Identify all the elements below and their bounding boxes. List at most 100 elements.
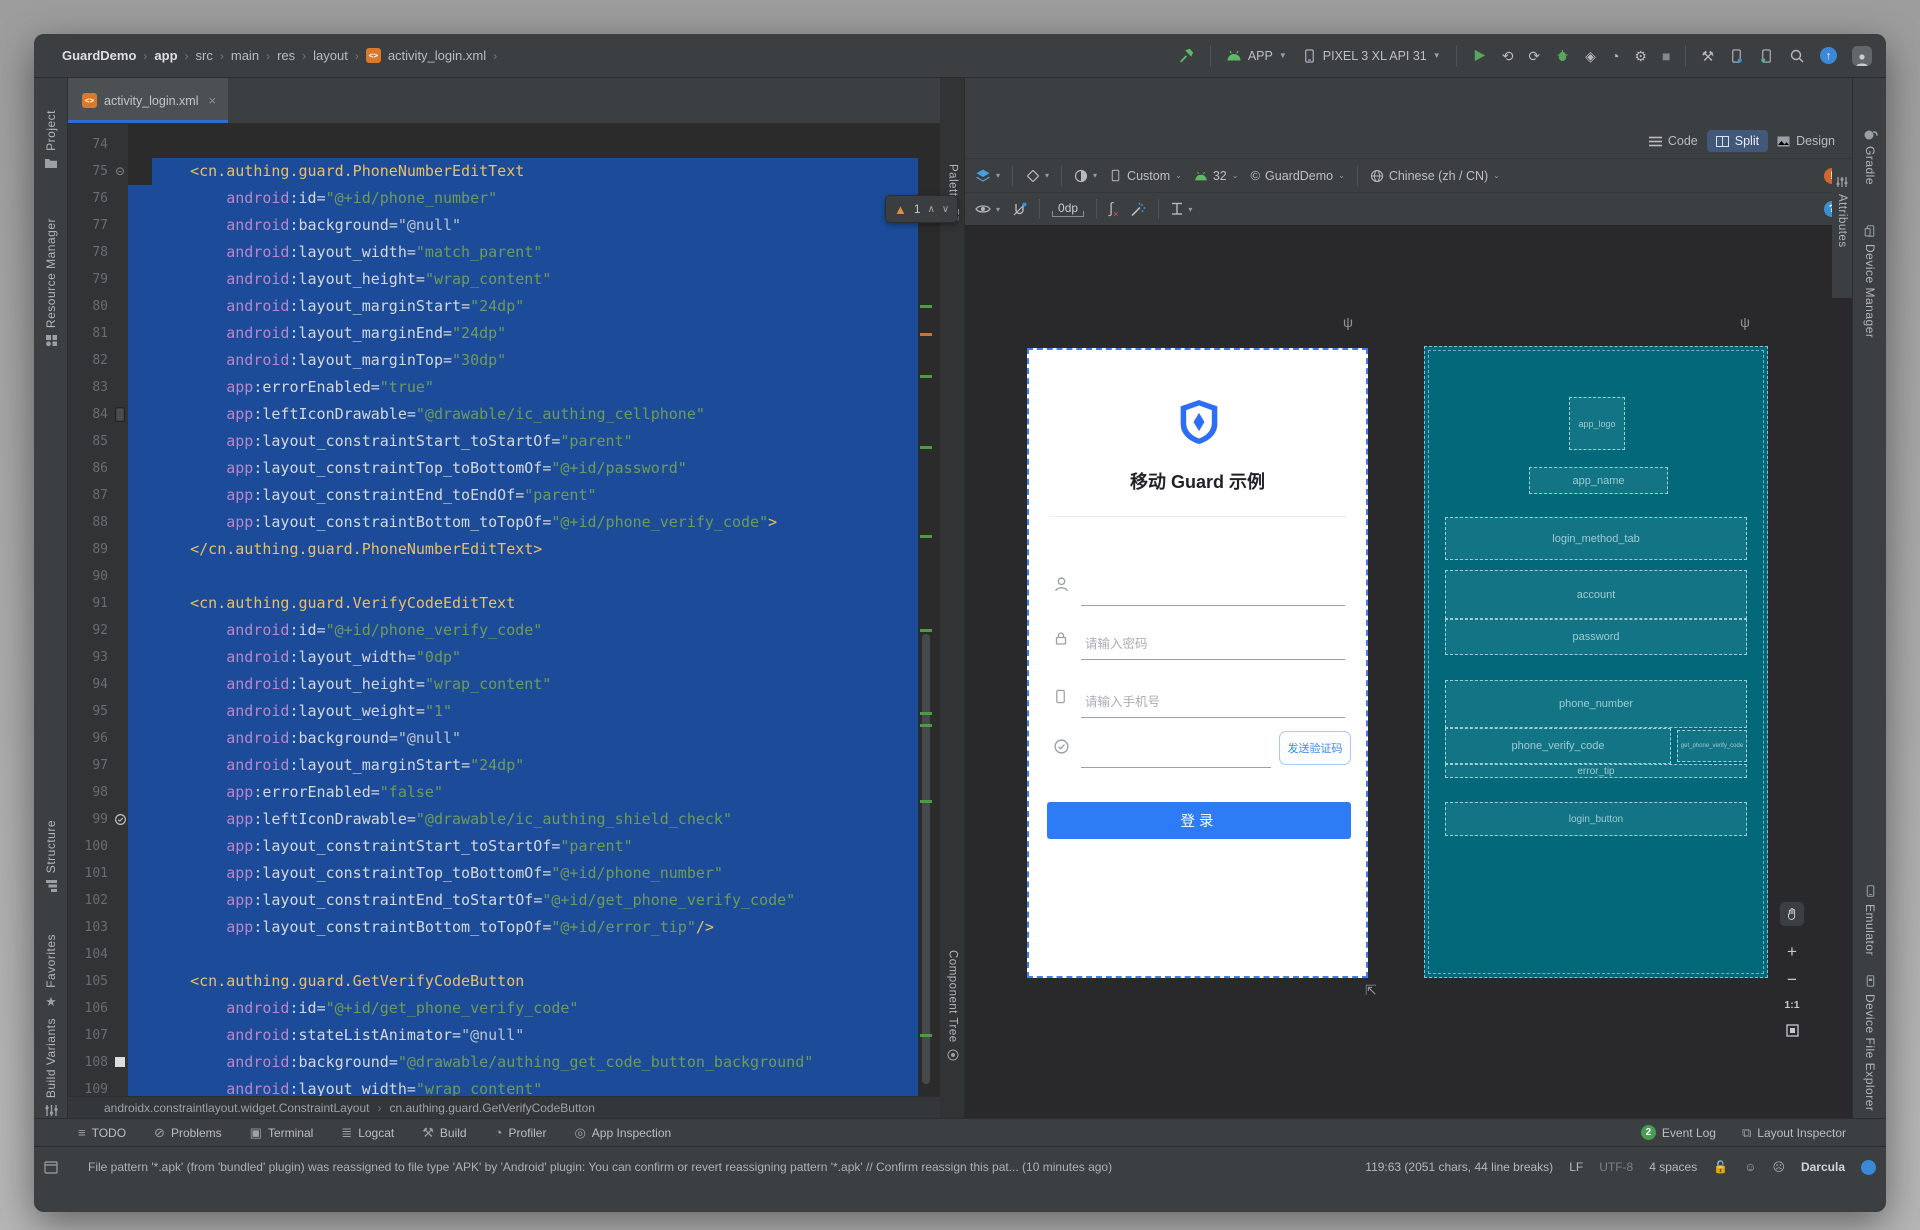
indent-setting[interactable]: 4 spaces bbox=[1649, 1160, 1697, 1174]
pan-tool-button[interactable] bbox=[1779, 901, 1805, 927]
status-message[interactable]: File pattern '*.apk' (from 'bundled' plu… bbox=[88, 1160, 1112, 1174]
locale-dropdown[interactable]: Chinese (zh / CN) ⌄ bbox=[1370, 169, 1500, 183]
drawable-shield-gutter-icon[interactable] bbox=[112, 811, 128, 827]
xml-breadcrumb-bar[interactable]: androidx.constraintlayout.widget.Constra… bbox=[68, 1096, 940, 1118]
lock-icon[interactable]: 🔓 bbox=[1713, 1160, 1728, 1174]
status-indicator-dot[interactable] bbox=[1861, 1159, 1876, 1175]
api-version-dropdown[interactable]: 32 ⌄ bbox=[1194, 169, 1238, 183]
attach-debugger-icon[interactable]: ◈ bbox=[1585, 49, 1596, 63]
profiler-icon[interactable]: ◔ bbox=[1611, 49, 1619, 63]
sidebar-item-gradle[interactable]: Gradle bbox=[1853, 128, 1886, 185]
run-config-dropdown[interactable]: APP ▼ bbox=[1226, 49, 1287, 63]
blueprint-box-app_logo[interactable]: app_logo bbox=[1569, 397, 1625, 450]
code-line[interactable]: 104 bbox=[68, 941, 940, 968]
code-line[interactable]: 106 android:id="@+id/get_phone_verify_co… bbox=[68, 995, 940, 1022]
change-marker[interactable] bbox=[920, 800, 932, 803]
line-ending[interactable]: LF bbox=[1569, 1160, 1583, 1174]
code-line[interactable]: 109 android:layout_width="wrap_content" bbox=[68, 1076, 940, 1096]
theme-name[interactable]: Darcula bbox=[1801, 1160, 1845, 1174]
orientation-dropdown[interactable]: ▾ bbox=[1025, 168, 1049, 183]
breadcrumb-item[interactable]: layout bbox=[313, 48, 348, 63]
inspection-widget[interactable]: ▲ 1 ∧ ∨ bbox=[885, 195, 959, 223]
device-manager-icon[interactable] bbox=[1729, 48, 1744, 64]
code-line[interactable]: 75 ⊝ <cn.authing.guard.PhoneNumberEditTex… bbox=[68, 158, 940, 185]
change-marker[interactable] bbox=[920, 724, 932, 727]
blueprint-box-phone_verify_code[interactable]: phone_verify_code bbox=[1445, 728, 1671, 764]
code-line[interactable]: 78 android:layout_width="match_parent" bbox=[68, 239, 940, 266]
device-for-preview-dropdown[interactable]: Custom ⌄ bbox=[1109, 168, 1182, 183]
blueprint-box-error_tip[interactable]: error_tip bbox=[1445, 764, 1747, 778]
breadcrumb-item[interactable]: app bbox=[154, 48, 177, 63]
code-line[interactable]: 81 android:layout_marginEnd="24dp" bbox=[68, 320, 940, 347]
tab-activity-login-xml[interactable]: <> activity_login.xml × bbox=[68, 78, 229, 123]
code-line[interactable]: 91 <cn.authing.guard.VerifyCodeEditText bbox=[68, 590, 940, 617]
tool-window-logcat[interactable]: ≣ Logcat bbox=[341, 1126, 394, 1140]
code-line[interactable]: 99 app:leftIconDrawable="@drawable/ic_au… bbox=[68, 806, 940, 833]
zoom-out-button[interactable]: − bbox=[1779, 970, 1805, 990]
tool-window-todo[interactable]: ≡ TODO bbox=[78, 1126, 126, 1140]
code-line[interactable]: 74 bbox=[68, 138, 940, 158]
code-line[interactable]: 88 app:layout_constraintBottom_toTopOf="… bbox=[68, 509, 940, 536]
code-line[interactable]: 80 android:layout_marginStart="24dp" bbox=[68, 293, 940, 320]
change-marker[interactable] bbox=[920, 446, 932, 449]
password-field[interactable]: 请输入密码 bbox=[1053, 626, 1345, 660]
design-surface-dropdown[interactable]: ▾ bbox=[975, 168, 1000, 183]
send-code-button[interactable]: 发送验证码 bbox=[1279, 731, 1351, 765]
code-line[interactable]: 86 app:layout_constraintTop_toBottomOf="… bbox=[68, 455, 940, 482]
blueprint-box-password[interactable]: password bbox=[1445, 619, 1747, 655]
component-tree-tab[interactable]: Component Tree bbox=[940, 950, 965, 1061]
breadcrumb-item[interactable]: res bbox=[277, 48, 295, 63]
prev-warning-button[interactable]: ∧ bbox=[928, 204, 935, 215]
sidebar-item-emulator[interactable]: Emulator bbox=[1853, 884, 1886, 956]
code-line[interactable]: 98 app:errorEnabled="false" bbox=[68, 779, 940, 806]
code-line[interactable]: 93 android:layout_width="0dp" bbox=[68, 644, 940, 671]
code-line[interactable]: 84 app:leftIconDrawable="@drawable/ic_au… bbox=[68, 401, 940, 428]
update-available-icon[interactable]: ↑ bbox=[1820, 47, 1837, 64]
zoom-reset-button[interactable]: 1:1 bbox=[1779, 999, 1805, 1011]
code-line[interactable]: 92 android:id="@+id/phone_verify_code" bbox=[68, 617, 940, 644]
blueprint-surface[interactable]: app_logo app_name login_method_tab account p… bbox=[1424, 346, 1768, 978]
attach-to-process-icon[interactable]: ⚙ bbox=[1634, 49, 1647, 63]
breadcrumb-constraintlayout[interactable]: androidx.constraintlayout.widget.Constra… bbox=[104, 1101, 370, 1115]
error-stripe[interactable] bbox=[918, 78, 936, 1096]
blueprint-box-login_button[interactable]: login_button bbox=[1445, 802, 1747, 836]
code-line[interactable]: 79 android:layout_height="wrap_content" bbox=[68, 266, 940, 293]
breadcrumb-item[interactable]: src bbox=[196, 48, 213, 63]
default-margin-field[interactable]: 0dp bbox=[1052, 201, 1085, 217]
design-preview-surface[interactable]: 移动 Guard 示例 请输入密码 请输入手机号 发送验证码 登录 bbox=[1027, 348, 1368, 978]
change-marker[interactable] bbox=[920, 375, 932, 378]
change-marker[interactable] bbox=[920, 305, 932, 308]
code-line[interactable]: 95 android:layout_weight="1" bbox=[68, 698, 940, 725]
attributes-tab[interactable]: Attributes bbox=[1832, 168, 1852, 298]
tool-window-terminal[interactable]: ▣ Terminal bbox=[250, 1126, 314, 1140]
code-line[interactable]: 100 app:layout_constraintStart_toStartOf… bbox=[68, 833, 940, 860]
drawable-color-gutter-icon[interactable] bbox=[112, 1054, 128, 1070]
code-line[interactable]: 103 app:layout_constraintBottom_toTopOf=… bbox=[68, 914, 940, 941]
sidebar-item-project[interactable]: Project bbox=[34, 110, 68, 169]
code-line[interactable]: 96 android:background="@null" bbox=[68, 725, 940, 752]
tool-window-problems[interactable]: ⊘ Problems bbox=[154, 1126, 222, 1140]
autoconnect-toggle[interactable] bbox=[1012, 202, 1027, 217]
phone-number-field[interactable]: 请输入手机号 bbox=[1053, 684, 1345, 718]
pack-align-dropdown[interactable]: ▾ bbox=[1171, 202, 1192, 216]
sidebar-item-device-file-explorer[interactable]: Device File Explorer bbox=[1853, 974, 1886, 1111]
code-line[interactable]: 107 android:stateListAnimator="@null" bbox=[68, 1022, 940, 1049]
editor-scrollbar[interactable] bbox=[922, 634, 930, 1084]
close-icon[interactable]: × bbox=[208, 93, 216, 108]
avatar[interactable] bbox=[1852, 45, 1872, 66]
sync-project-icon[interactable]: ⚒ bbox=[1701, 49, 1714, 63]
blueprint-box-login_method_tab[interactable]: login_method_tab bbox=[1445, 517, 1747, 560]
debug-icon[interactable] bbox=[1555, 48, 1570, 63]
device-stream-icon[interactable] bbox=[1759, 48, 1774, 64]
happy-face-icon[interactable]: ☺ bbox=[1744, 1160, 1756, 1174]
infer-constraints-button[interactable] bbox=[1130, 202, 1146, 217]
mode-design-button[interactable]: Design bbox=[1768, 130, 1844, 152]
sidebar-item-device-manager[interactable]: Device Manager bbox=[1853, 224, 1886, 338]
event-log-button[interactable]: 2 Event Log bbox=[1640, 1125, 1716, 1140]
code-line[interactable]: 87 app:layout_constraintEnd_toEndOf="par… bbox=[68, 482, 940, 509]
change-marker[interactable] bbox=[920, 629, 932, 632]
code-line[interactable]: 77 android:background="@null" bbox=[68, 212, 940, 239]
code-line[interactable]: 89 </cn.authing.guard.PhoneNumberEditTex… bbox=[68, 536, 940, 563]
blueprint-box-app_name[interactable]: app_name bbox=[1529, 467, 1668, 494]
sidebar-item-build-variants[interactable]: Build Variants bbox=[34, 1018, 68, 1117]
